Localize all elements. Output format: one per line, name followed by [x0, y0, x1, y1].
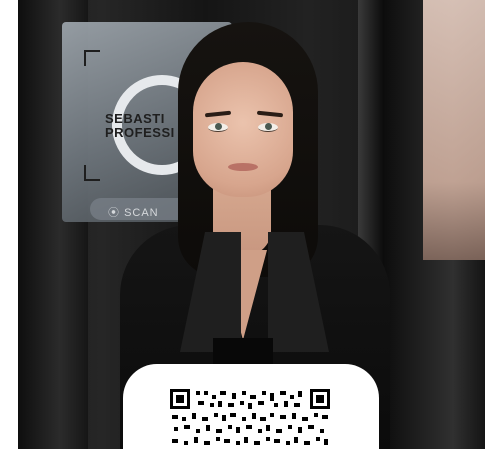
- background-light: [423, 0, 485, 260]
- lips: [228, 163, 258, 171]
- scan-frame-corner: [84, 50, 100, 66]
- scan-frame-corner: [84, 165, 100, 181]
- face: [193, 62, 293, 197]
- qr-code-icon[interactable]: [170, 389, 330, 449]
- sign-scan-label: ⦿ SCAN: [108, 207, 159, 219]
- sign-brand-text: SEBASTI PROFESSI: [105, 112, 175, 140]
- right-lapel: [268, 232, 329, 352]
- iris: [215, 123, 222, 130]
- sign-line-1: SEBASTI: [105, 111, 165, 126]
- sign-line-2: PROFESSI: [105, 125, 175, 140]
- left-lapel: [180, 232, 241, 352]
- iris: [265, 123, 272, 130]
